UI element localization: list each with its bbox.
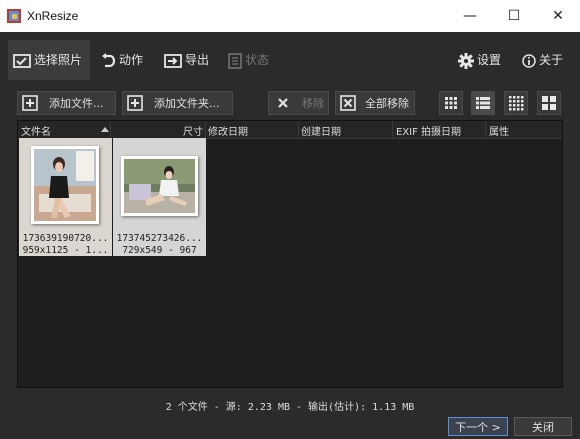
- view-small-grid-button[interactable]: [439, 91, 463, 115]
- tab-action[interactable]: 动作: [100, 40, 143, 80]
- tab-select-photos[interactable]: 选择照片: [8, 40, 90, 80]
- tab-status[interactable]: 状态: [228, 40, 269, 80]
- add-folder-icon: [127, 95, 143, 111]
- settings-label: 设置: [477, 53, 502, 67]
- window-title: XnResize: [27, 9, 79, 23]
- remove-all-icon: [340, 95, 356, 111]
- column-modified-date[interactable]: 修改日期: [208, 123, 248, 138]
- small-grid-icon: [445, 97, 457, 109]
- tab-export-label: 导出: [185, 53, 210, 67]
- add-files-label: 添加文件...: [49, 97, 104, 110]
- add-file-icon: [22, 95, 38, 111]
- main-toolbar: 选择照片 动作 导出 状态 设置 关于: [0, 32, 580, 88]
- column-filename[interactable]: 文件名: [21, 123, 51, 138]
- view-details-grid-button[interactable]: [504, 91, 528, 115]
- list-view-icon: [476, 97, 490, 109]
- thumbnail-image-frame: [31, 146, 99, 224]
- column-attributes[interactable]: 属性: [489, 123, 509, 138]
- column-created-date[interactable]: 创建日期: [301, 123, 341, 138]
- select-photos-icon: [13, 53, 31, 68]
- thumbnail-image-frame: [121, 156, 198, 216]
- add-folder-label: 添加文件夹...: [154, 97, 220, 110]
- photo-thumbnail-1: [34, 149, 96, 221]
- file-name-label: 173639190720...: [22, 233, 109, 244]
- app-icon: [7, 9, 21, 23]
- remove-all-button[interactable]: 全部移除: [335, 91, 415, 115]
- file-info-label: 729x549 - 967: [122, 245, 197, 256]
- remove-x-icon: [278, 98, 288, 108]
- next-button[interactable]: 下一个 >: [448, 417, 508, 436]
- close-window-button[interactable]: ✕: [536, 0, 580, 32]
- title-bar: XnResize — ☐ ✕: [0, 0, 580, 32]
- status-summary: 2 个文件 - 源: 2.23 MB - 输出(估计): 1.13 MB: [165, 402, 415, 413]
- file-info-label: 959x1125 - 1...: [22, 245, 109, 256]
- column-exif-date[interactable]: EXIF 拍摄日期: [396, 123, 461, 138]
- tab-select-photos-label: 选择照片: [34, 53, 83, 67]
- export-icon: [164, 53, 182, 68]
- remove-label: 移除: [302, 97, 324, 110]
- file-action-bar: 添加文件... 添加文件夹... 移除 全部移除: [0, 88, 580, 118]
- about-label: 关于: [539, 53, 564, 67]
- maximize-button[interactable]: ☐: [492, 0, 536, 32]
- about-button[interactable]: 关于: [522, 40, 563, 80]
- action-icon: [102, 52, 116, 67]
- view-list-button[interactable]: [471, 91, 495, 115]
- remove-button[interactable]: 移除: [268, 91, 329, 115]
- file-name-label: 173745273426...: [116, 233, 203, 244]
- add-files-button[interactable]: 添加文件...: [17, 91, 116, 115]
- close-button[interactable]: 关闭: [514, 417, 572, 436]
- status-icon: [228, 52, 242, 69]
- file-list-panel[interactable]: 文件名 尺寸 修改日期 创建日期 EXIF 拍摄日期 属性 1736391907…: [17, 120, 563, 388]
- photo-thumbnail-2: [124, 159, 195, 213]
- sort-arrow-icon: [101, 127, 109, 132]
- tab-status-label: 状态: [245, 53, 270, 67]
- add-folder-button[interactable]: 添加文件夹...: [122, 91, 233, 115]
- file-thumbnail[interactable]: 173639190720... 959x1125 - 1...: [19, 138, 112, 256]
- dense-grid-icon: [509, 96, 524, 111]
- tab-export[interactable]: 导出: [164, 40, 209, 80]
- gear-icon: [458, 52, 474, 69]
- remove-all-label: 全部移除: [365, 97, 409, 110]
- tab-action-label: 动作: [119, 53, 144, 67]
- settings-button[interactable]: 设置: [458, 40, 501, 80]
- info-icon: [522, 53, 536, 68]
- column-header: 文件名 尺寸 修改日期 创建日期 EXIF 拍摄日期 属性: [18, 121, 562, 139]
- view-large-grid-button[interactable]: [537, 91, 561, 115]
- file-thumbnail[interactable]: 173745273426... 729x549 - 967: [113, 138, 206, 256]
- column-size[interactable]: 尺寸: [183, 123, 203, 138]
- minimize-button[interactable]: —: [448, 0, 492, 32]
- large-grid-icon: [542, 96, 556, 110]
